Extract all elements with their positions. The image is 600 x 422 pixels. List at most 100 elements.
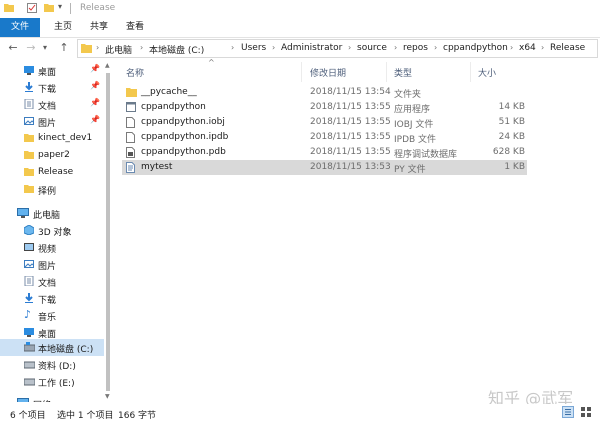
status-selected: 选中 1 个项目 xyxy=(57,411,114,421)
file-icon xyxy=(126,117,135,128)
list-item[interactable]: cppandpython.iobj 2018/11/15 13:55 IOBJ … xyxy=(122,115,527,130)
file-date: 2018/11/15 13:55 xyxy=(310,117,391,127)
nav-item-network[interactable]: 网络 xyxy=(0,395,104,402)
new-folder-icon[interactable] xyxy=(44,3,54,12)
nav-item-drive-e[interactable]: 工作 (E:) xyxy=(0,373,104,390)
column-divider[interactable] xyxy=(301,62,302,82)
desktop-icon xyxy=(24,327,34,337)
crumb-users[interactable]: Users xyxy=(241,43,266,53)
nav-item-label: 桌面 xyxy=(38,68,57,78)
column-header-row: ^ 名称 修改日期 类型 大小 xyxy=(118,58,528,82)
crumb-separator-icon[interactable]: › xyxy=(510,43,513,52)
up-button[interactable]: ↑ xyxy=(57,41,71,55)
drive-icon xyxy=(23,342,36,352)
nav-item-documents-pc[interactable]: 文档 xyxy=(0,273,104,290)
chevron-down-icon[interactable]: ▾ xyxy=(58,2,66,11)
folder-icon xyxy=(4,3,14,12)
list-item[interactable]: cppandpython.pdb 2018/11/15 13:55 程序调试数据… xyxy=(122,145,527,160)
back-button[interactable]: ← xyxy=(6,41,20,55)
crumb-local-disk-c[interactable]: 本地磁盘 (C:) xyxy=(149,43,204,56)
list-item[interactable]: __pycache__ 2018/11/15 13:54 文件夹 xyxy=(122,85,527,100)
crumb-separator-icon[interactable]: › xyxy=(96,43,99,52)
nav-item-label: 音乐 xyxy=(38,313,57,323)
folder-icon xyxy=(24,167,34,177)
nav-item-pictures[interactable]: 图片 📌 xyxy=(0,113,104,130)
crumb-repos[interactable]: repos xyxy=(403,43,428,53)
status-size: 166 字节 xyxy=(118,411,157,421)
tab-share[interactable]: 共享 xyxy=(84,18,114,37)
file-date: 2018/11/15 13:55 xyxy=(310,132,391,142)
nav-item-videos[interactable]: 视频 xyxy=(0,239,104,256)
nav-item-desktop[interactable]: 桌面 📌 xyxy=(0,62,104,79)
file-date: 2018/11/15 13:55 xyxy=(310,147,391,157)
crumb-cppandpython[interactable]: cppandpython xyxy=(443,43,508,53)
nav-item-downloads[interactable]: 下载 📌 xyxy=(0,79,104,96)
column-divider[interactable] xyxy=(386,62,387,82)
nav-item-zeli[interactable]: 择例 xyxy=(0,181,104,198)
scroll-up-icon[interactable]: ▲ xyxy=(105,62,110,69)
crumb-source[interactable]: source xyxy=(357,43,387,53)
crumb-separator-icon[interactable]: › xyxy=(231,43,234,52)
file-name: cppandpython.iobj xyxy=(141,117,225,127)
file-name: cppandpython.ipdb xyxy=(141,132,229,142)
nav-item-label: 此电脑 xyxy=(33,211,61,221)
file-size: 24 KB xyxy=(498,132,525,142)
tab-home[interactable]: 主页 xyxy=(48,18,78,37)
nav-scrollbar[interactable]: ▲ ▼ xyxy=(104,61,112,402)
crumb-separator-icon[interactable]: › xyxy=(348,43,351,52)
crumb-administrator[interactable]: Administrator xyxy=(281,43,342,53)
crumb-separator-icon[interactable]: › xyxy=(140,43,143,52)
nav-item-local-disk-c[interactable]: 本地磁盘 (C:) xyxy=(0,339,104,356)
documents-icon xyxy=(24,275,34,287)
column-header-type[interactable]: 类型 xyxy=(394,66,412,79)
forward-button[interactable]: → xyxy=(24,41,38,55)
nav-item-kinect-dev1[interactable]: kinect_dev1 xyxy=(0,130,104,147)
list-item[interactable]: cppandpython 2018/11/15 13:55 应用程序 14 KB xyxy=(122,100,527,115)
nav-item-label: 文档 xyxy=(38,279,57,289)
pin-icon: 📌 xyxy=(90,81,100,90)
crumb-separator-icon[interactable]: › xyxy=(394,43,397,52)
nav-item-label: kinect_dev1 xyxy=(38,133,93,143)
file-type: 文件夹 xyxy=(394,90,422,100)
recent-locations-button[interactable]: ▾ xyxy=(40,41,50,55)
file-name: __pycache__ xyxy=(141,87,197,97)
details-view-icon[interactable] xyxy=(562,406,574,418)
column-header-name[interactable]: 名称 xyxy=(126,66,144,79)
large-icons-view-icon[interactable] xyxy=(580,406,592,418)
properties-icon[interactable] xyxy=(27,3,37,13)
nav-item-label: 图片 xyxy=(38,262,57,272)
nav-item-documents[interactable]: 文档 📌 xyxy=(0,96,104,113)
column-header-size[interactable]: 大小 xyxy=(478,66,496,79)
nav-item-label: 下载 xyxy=(38,85,57,95)
file-type: IPDB 文件 xyxy=(394,135,437,145)
nav-item-paper2[interactable]: paper2 xyxy=(0,147,104,164)
crumb-separator-icon[interactable]: › xyxy=(541,43,544,52)
nav-item-pictures-pc[interactable]: 图片 xyxy=(0,256,104,273)
nav-item-label: 下载 xyxy=(38,296,57,306)
address-bar[interactable]: › 此电脑 › 本地磁盘 (C:) › Users › Administrato… xyxy=(77,39,598,58)
list-item-selected[interactable]: mytest 2018/11/15 13:53 PY 文件 1 KB xyxy=(122,160,527,175)
crumb-separator-icon[interactable]: › xyxy=(272,43,275,52)
pin-icon: 📌 xyxy=(90,64,100,73)
nav-item-drive-d[interactable]: 资料 (D:) xyxy=(0,356,104,373)
column-header-date[interactable]: 修改日期 xyxy=(310,66,346,79)
file-name: mytest xyxy=(141,162,173,172)
crumb-separator-icon[interactable]: › xyxy=(434,43,437,52)
crumb-this-pc[interactable]: 此电脑 xyxy=(105,43,132,56)
crumb-release[interactable]: Release xyxy=(550,43,585,53)
list-item[interactable]: cppandpython.ipdb 2018/11/15 13:55 IPDB … xyxy=(122,130,527,145)
file-name: cppandpython.pdb xyxy=(141,147,226,157)
python-file-icon xyxy=(126,162,135,173)
nav-item-3d-objects[interactable]: 3D 对象 xyxy=(0,222,104,239)
tab-view[interactable]: 查看 xyxy=(120,18,150,37)
nav-item-downloads-pc[interactable]: 下载 xyxy=(0,290,104,307)
crumb-x64[interactable]: x64 xyxy=(519,43,536,53)
tab-file[interactable]: 文件 xyxy=(0,18,40,37)
scroll-down-icon[interactable]: ▼ xyxy=(105,393,110,400)
nav-item-music[interactable]: ♪ 音乐 xyxy=(0,307,104,324)
file-date: 2018/11/15 13:55 xyxy=(310,102,391,112)
nav-item-release[interactable]: Release xyxy=(0,164,104,181)
nav-item-this-pc[interactable]: 此电脑 xyxy=(0,205,104,222)
column-divider[interactable] xyxy=(470,62,471,82)
scrollbar-thumb[interactable] xyxy=(106,73,110,391)
